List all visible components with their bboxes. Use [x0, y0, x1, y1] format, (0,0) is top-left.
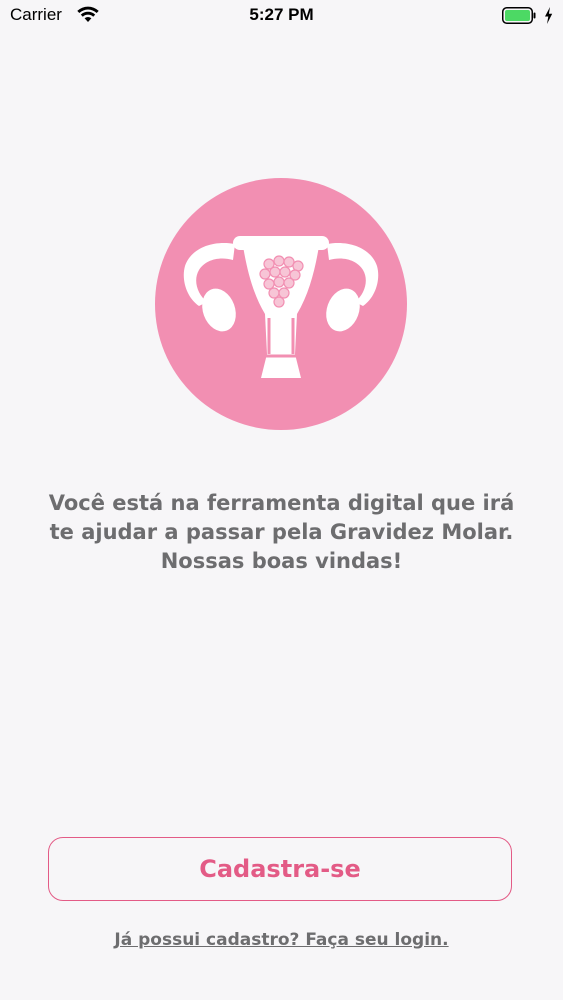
status-bar: Carrier 5:27 PM — [0, 0, 563, 32]
welcome-line-1: Você está na ferramenta digital que irá — [48, 491, 515, 515]
welcome-message: Você está na ferramenta digital que irá … — [30, 489, 533, 576]
uterus-icon — [155, 178, 407, 430]
battery-icon — [502, 7, 536, 24]
charging-bolt-icon — [545, 7, 553, 24]
register-button[interactable]: Cadastra-se — [48, 837, 512, 901]
welcome-line-2: te ajudar a passar pela Gravidez Molar. — [49, 520, 514, 544]
welcome-line-3: Nossas boas vindas! — [160, 549, 403, 573]
register-button-label: Cadastra-se — [199, 855, 361, 883]
login-link[interactable]: Já possui cadastro? Faça seu login. — [0, 930, 563, 950]
app-logo — [155, 178, 407, 430]
clock-time: 5:27 PM — [249, 5, 314, 24]
